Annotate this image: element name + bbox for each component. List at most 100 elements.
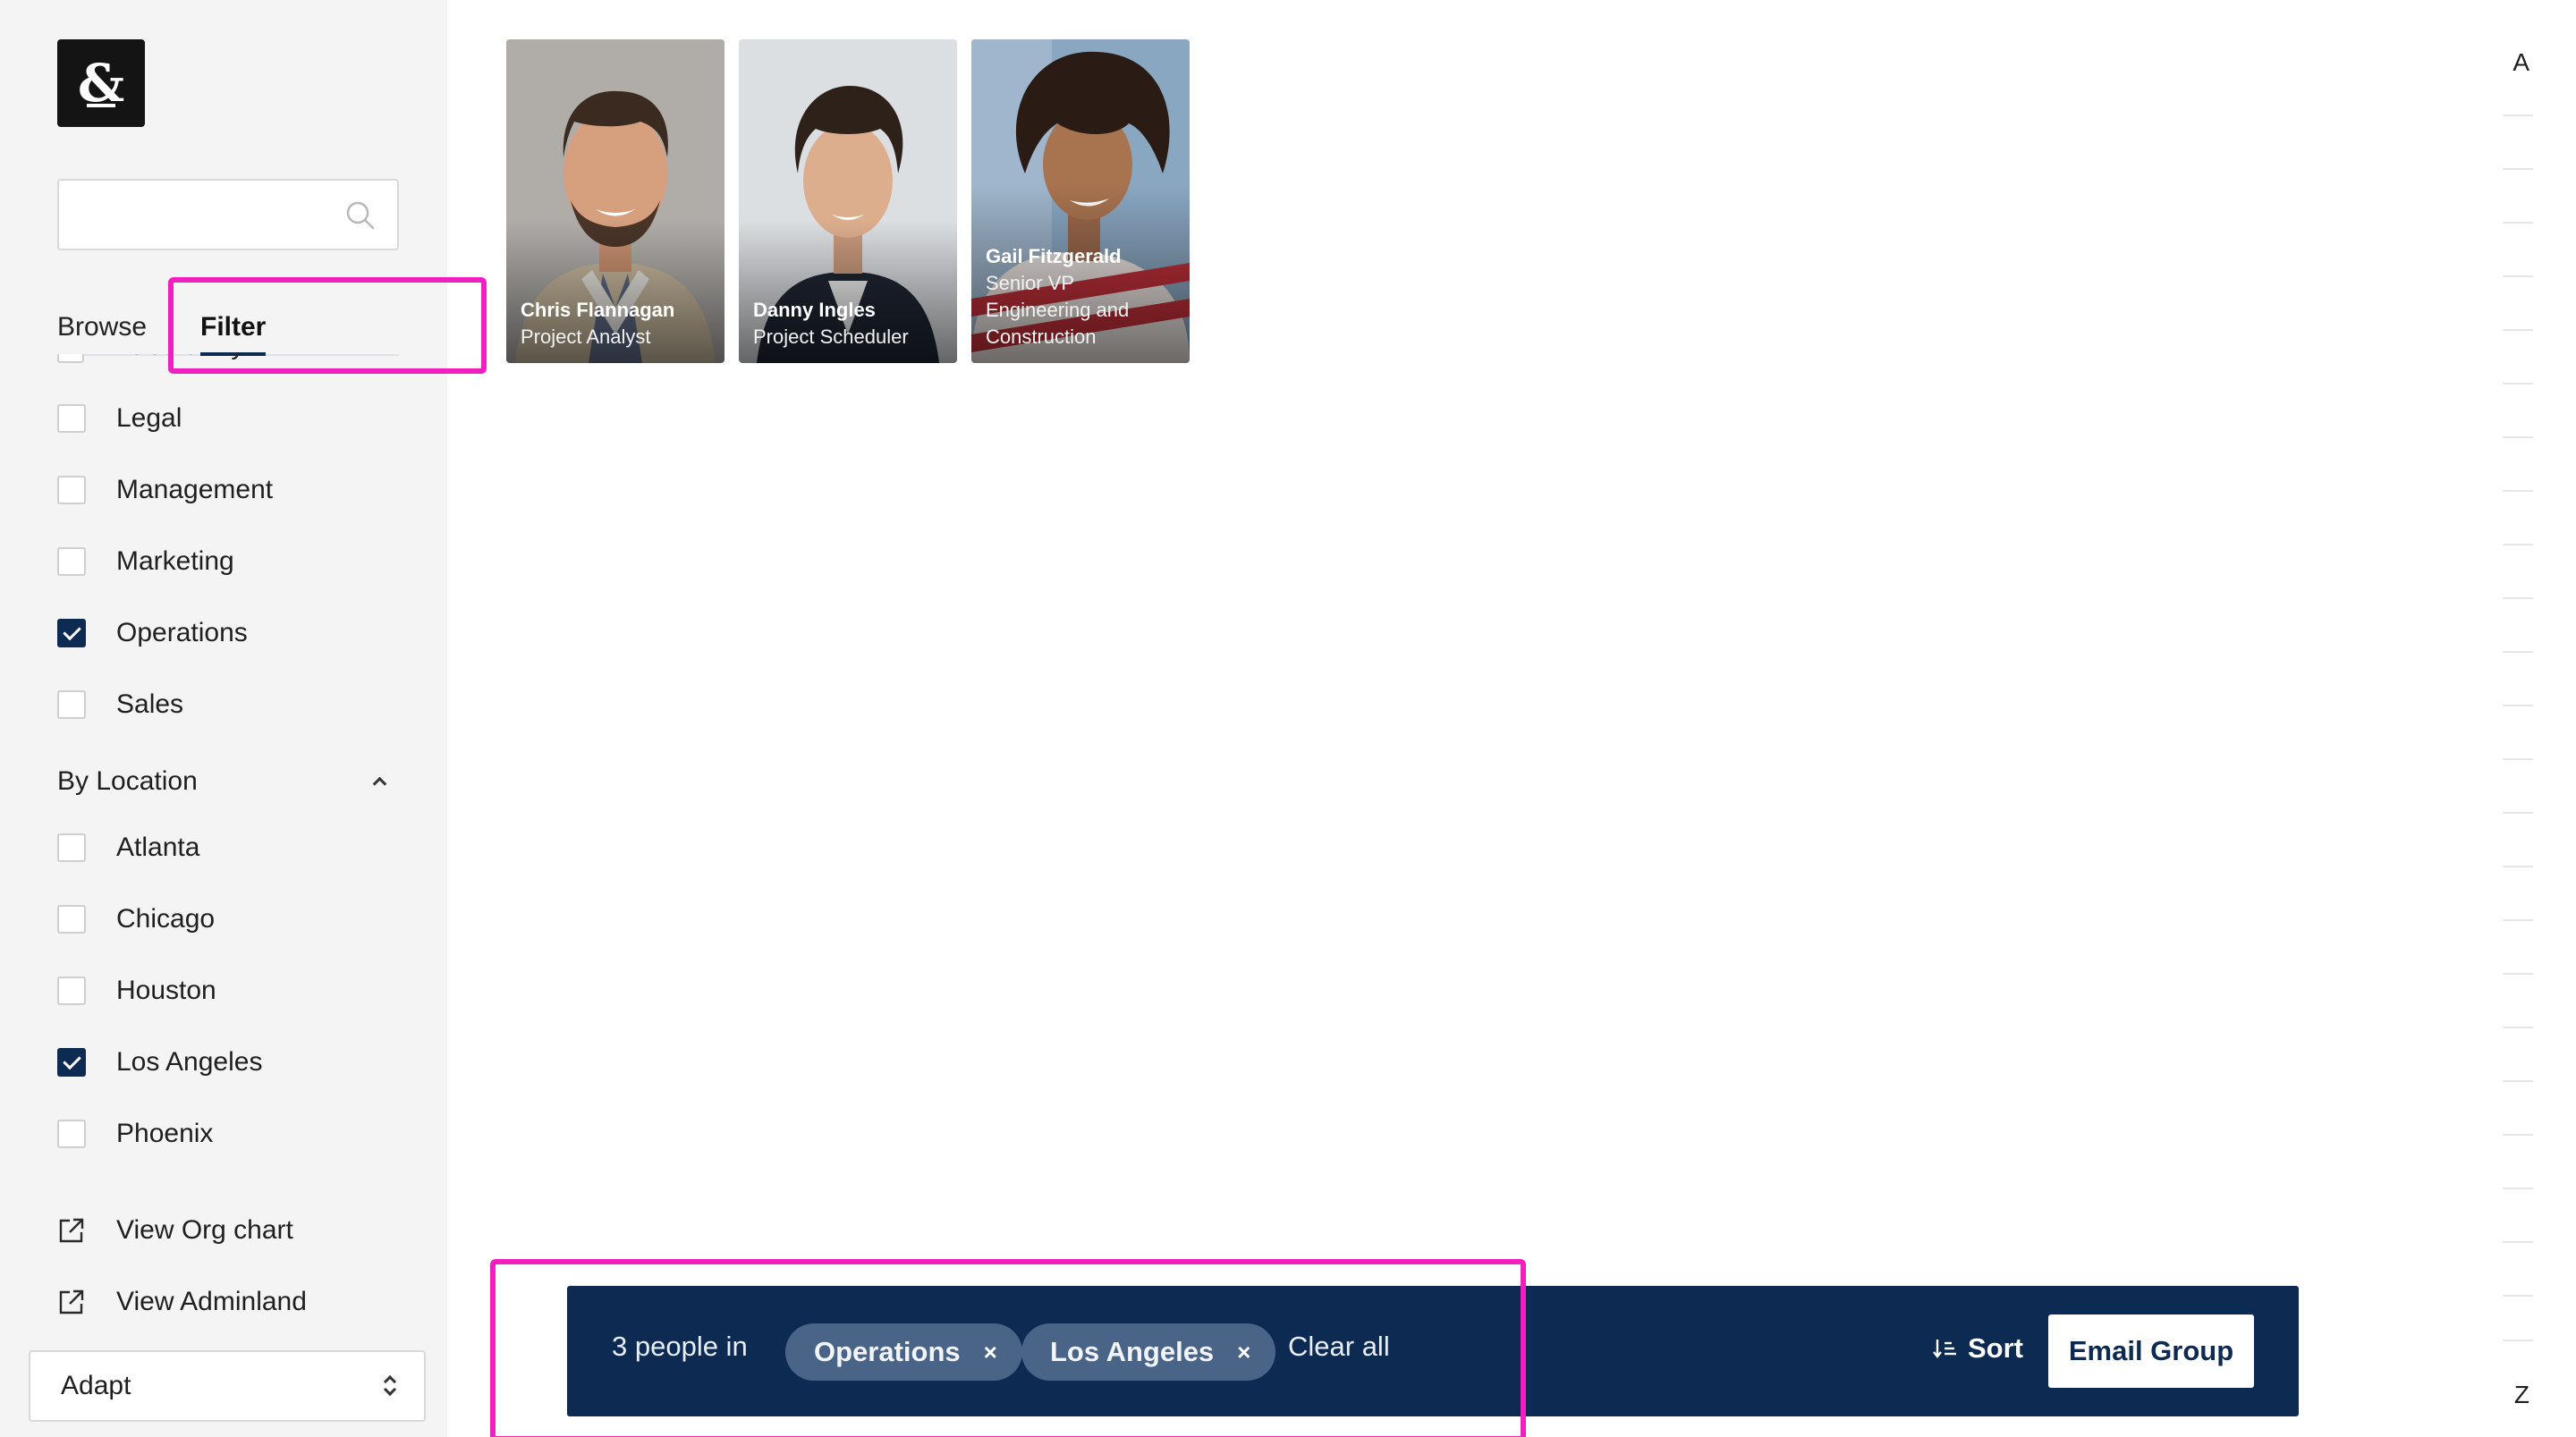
tab-browse[interactable]: Browse [57, 302, 147, 352]
logo-underline [87, 104, 115, 107]
filter-chip-los-angeles[interactable]: Los Angeles × [1021, 1323, 1276, 1381]
filter-item-phoenix[interactable]: Phoenix [57, 1114, 213, 1154]
alphabet-tick[interactable] [2503, 1134, 2533, 1136]
person-title: Senior VP Engineering and Construction [986, 272, 1130, 348]
filter-item-operations[interactable]: Operations [57, 613, 248, 653]
logo[interactable]: & [57, 39, 145, 127]
filter-item-label: Sales [116, 689, 184, 719]
filter-item-label: Laboratory [116, 354, 244, 361]
alphabet-tick[interactable] [2503, 812, 2533, 814]
person-card[interactable]: Danny Ingles Project Scheduler [739, 39, 957, 363]
filter-item-atlanta[interactable]: Atlanta [57, 828, 199, 867]
sidebar-tabs: Browse Filter [57, 302, 399, 356]
checkbox[interactable] [57, 976, 86, 1005]
filter-item-sales[interactable]: Sales [57, 685, 183, 724]
alphabet-tick[interactable] [2503, 1241, 2533, 1243]
logo-glyph: & [77, 53, 125, 114]
checkbox[interactable] [57, 833, 86, 862]
company-select[interactable]: Adapt [29, 1350, 426, 1422]
person-info: Danny Ingles Project Scheduler [753, 297, 948, 351]
search-input[interactable] [57, 179, 399, 250]
sort-button[interactable]: Sort [1932, 1329, 2023, 1368]
alphabet-tick[interactable] [2503, 1027, 2533, 1028]
alphabet-tick[interactable] [2503, 973, 2533, 975]
filter-item-label: Marketing [116, 546, 234, 576]
checkbox[interactable] [57, 354, 84, 363]
person-info: Chris Flannagan Project Analyst [521, 297, 716, 351]
chip-label: Los Angeles [1050, 1336, 1215, 1367]
alphabet-tick[interactable] [2503, 866, 2533, 867]
alphabet-tick[interactable] [2503, 114, 2533, 116]
checkbox-checked[interactable] [57, 619, 86, 647]
checkbox-checked[interactable] [57, 1048, 86, 1077]
person-card[interactable]: Chris Flannagan Project Analyst [506, 39, 724, 363]
close-icon[interactable]: × [984, 1339, 997, 1366]
external-link-icon [59, 1218, 84, 1243]
location-section-toggle[interactable]: By Location [57, 762, 388, 801]
alphabet-letter-a[interactable]: A [2512, 48, 2529, 77]
filter-item-label: Houston [116, 976, 216, 1005]
person-name: Chris Flannagan [521, 299, 675, 321]
alphabet-letter-z[interactable]: Z [2514, 1381, 2529, 1409]
filter-item-legal[interactable]: Legal [57, 399, 182, 438]
tab-filter[interactable]: Filter [200, 302, 267, 356]
alphabet-tick[interactable] [2503, 329, 2533, 331]
alphabet-tick[interactable] [2503, 222, 2533, 224]
alphabet-tick[interactable] [2503, 705, 2533, 706]
section-heading: By Location [57, 766, 198, 796]
checkbox[interactable] [57, 404, 86, 433]
alphabet-tick[interactable] [2503, 1340, 2533, 1341]
email-group-label: Email Group [2068, 1335, 2234, 1366]
checkbox[interactable] [57, 1120, 86, 1148]
close-icon[interactable]: × [1237, 1339, 1250, 1366]
alphabet-index: A Z [2478, 0, 2576, 1437]
alphabet-tick[interactable] [2503, 168, 2533, 170]
chevron-updown-icon [381, 1373, 397, 1399]
link-label: View Adminland [116, 1287, 307, 1316]
filter-item-management[interactable]: Management [57, 470, 273, 510]
filter-item-label: Management [116, 475, 274, 504]
filter-item-laboratory[interactable]: Laboratory [57, 354, 326, 365]
alphabet-tick[interactable] [2503, 383, 2533, 385]
checkbox[interactable] [57, 547, 86, 576]
alphabet-tick[interactable] [2503, 1080, 2533, 1082]
email-group-button[interactable]: Email Group [2048, 1314, 2254, 1388]
checkbox[interactable] [57, 690, 86, 719]
filter-item-label: Legal [116, 403, 182, 433]
view-org-chart-link[interactable]: View Org chart [57, 1211, 293, 1250]
filter-item-label: Operations [116, 618, 248, 647]
filter-item-label: Atlanta [116, 833, 200, 862]
alphabet-tick[interactable] [2503, 758, 2533, 760]
external-link-icon [59, 1289, 84, 1314]
filter-item-label: Chicago [116, 904, 216, 934]
filter-item-houston[interactable]: Houston [57, 971, 216, 1010]
alphabet-tick[interactable] [2503, 544, 2533, 545]
filter-item-los-angeles[interactable]: Los Angeles [57, 1043, 262, 1082]
sort-icon [1933, 1340, 1956, 1358]
filter-item-chicago[interactable]: Chicago [57, 900, 215, 939]
person-info: Gail Fitzgerald Senior VP Engineering an… [986, 243, 1181, 351]
view-adminland-link[interactable]: View Adminland [57, 1282, 307, 1322]
alphabet-tick[interactable] [2503, 436, 2533, 438]
result-count: 3 people in [612, 1331, 748, 1362]
alphabet-tick[interactable] [2503, 919, 2533, 921]
checkbox[interactable] [57, 476, 86, 504]
filter-item-label: Los Angeles [116, 1047, 263, 1077]
checkbox[interactable] [57, 905, 86, 934]
clear-all-button[interactable]: Clear all [1288, 1331, 1390, 1363]
person-name: Gail Fitzgerald [986, 245, 1122, 267]
alphabet-tick[interactable] [2503, 1295, 2533, 1297]
alphabet-tick[interactable] [2503, 651, 2533, 653]
alphabet-tick[interactable] [2503, 597, 2533, 599]
person-card[interactable]: Gail Fitzgerald Senior VP Engineering an… [971, 39, 1190, 363]
alphabet-tick[interactable] [2503, 1188, 2533, 1189]
filter-item-marketing[interactable]: Marketing [57, 542, 234, 581]
person-name: Danny Ingles [753, 299, 876, 321]
alphabet-tick[interactable] [2503, 490, 2533, 492]
person-title: Project Scheduler [753, 325, 909, 348]
filter-chip-operations[interactable]: Operations × [785, 1323, 1022, 1381]
selection-action-bar: 3 people in Operations × Los Angeles × C… [567, 1286, 2299, 1416]
link-label: View Org chart [116, 1215, 293, 1245]
search-icon[interactable] [345, 200, 376, 231]
alphabet-tick[interactable] [2503, 275, 2533, 277]
